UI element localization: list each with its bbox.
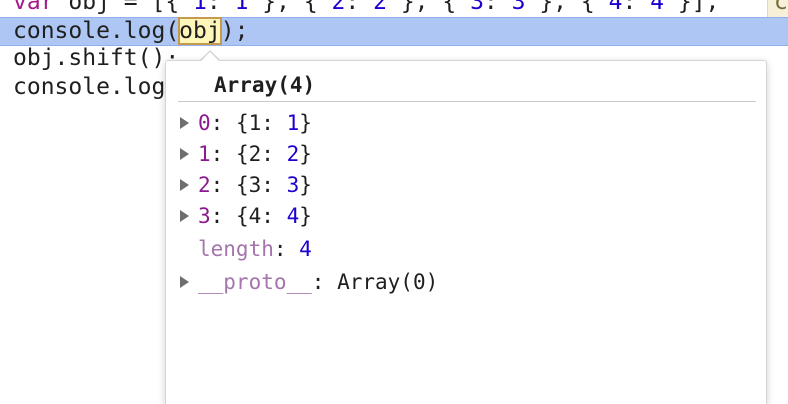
number-literal: 2 bbox=[331, 0, 346, 15]
popover-title: Array(4) bbox=[214, 73, 316, 97]
code-text: ); bbox=[220, 18, 249, 44]
property-key-proto: __proto__ bbox=[198, 270, 312, 294]
popover-divider bbox=[178, 101, 756, 102]
separator: : bbox=[210, 204, 236, 228]
brace-open: { bbox=[235, 142, 249, 166]
brace-open: { bbox=[235, 173, 249, 197]
code-text: console.log( bbox=[13, 18, 180, 44]
code-text: }, { bbox=[248, 0, 332, 15]
code-text: }, { bbox=[525, 0, 609, 15]
object-key: 1 bbox=[248, 111, 262, 135]
expand-triangle-icon[interactable] bbox=[180, 117, 189, 129]
separator: : bbox=[210, 111, 236, 135]
code-line-2[interactable]: console.log(obj); bbox=[13, 17, 248, 46]
code-text: : bbox=[345, 0, 374, 15]
brace-close: } bbox=[299, 111, 312, 135]
code-line-1[interactable]: var obj = [{ 1: 1 }, { 2: 2 }, { 3: 3 },… bbox=[13, 0, 719, 17]
separator: : bbox=[210, 142, 236, 166]
separator: : bbox=[210, 173, 236, 197]
hovered-token-obj[interactable]: obj bbox=[178, 17, 222, 45]
object-key: 3 bbox=[248, 173, 262, 197]
object-preview-popover[interactable]: Array(4) 0: {1: 1} 1: {2: 2} 2: {3: 3} 3… bbox=[165, 60, 767, 404]
object-value: 4 bbox=[286, 204, 300, 228]
object-value: 3 bbox=[286, 173, 300, 197]
property-key: 1 bbox=[198, 142, 211, 166]
code-text: : bbox=[622, 0, 651, 15]
object-value: 2 bbox=[286, 142, 300, 166]
property-key-length: length bbox=[198, 237, 274, 261]
popover-arrow-fill bbox=[200, 52, 220, 62]
proto-value: Array(0) bbox=[337, 270, 439, 294]
keyword-var: var bbox=[13, 0, 55, 15]
number-literal: 1 bbox=[234, 0, 249, 15]
property-row-3[interactable]: 3: {4: 4} bbox=[180, 201, 312, 231]
code-text: obj = [{ bbox=[54, 0, 194, 15]
separator: : bbox=[261, 111, 287, 135]
separator: : bbox=[273, 237, 300, 261]
separator: : bbox=[261, 142, 287, 166]
property-key: 2 bbox=[198, 173, 211, 197]
property-row-proto[interactable]: __proto__: Array(0) bbox=[180, 267, 438, 297]
object-key: 4 bbox=[248, 204, 262, 228]
number-literal: 1 bbox=[193, 0, 207, 15]
separator: : bbox=[261, 204, 287, 228]
brace-open: { bbox=[235, 204, 249, 228]
property-row-0[interactable]: 0: {1: 1} bbox=[180, 108, 312, 138]
code-text: }, { bbox=[386, 0, 471, 15]
expand-triangle-icon[interactable] bbox=[180, 210, 189, 222]
number-literal: 3 bbox=[511, 0, 526, 15]
code-line-3[interactable]: obj.shift()· bbox=[13, 44, 179, 73]
number-literal: 2 bbox=[373, 0, 387, 15]
number-literal: 4 bbox=[650, 0, 664, 15]
object-key: 2 bbox=[248, 142, 262, 166]
code-editor[interactable]: var obj = [{ 1: 1 }, { 2: 2 }, { 3: 3 },… bbox=[0, 0, 788, 404]
code-line-4[interactable]: console.log bbox=[13, 73, 165, 102]
brace-close: } bbox=[299, 204, 312, 228]
number-literal: 4 bbox=[608, 0, 623, 15]
code-text: : bbox=[483, 0, 512, 15]
inline-hint-badge: c bbox=[767, 0, 788, 17]
object-value: 1 bbox=[286, 111, 300, 135]
brace-close: } bbox=[299, 142, 312, 166]
property-key: 0 bbox=[198, 111, 211, 135]
brace-open: { bbox=[235, 111, 249, 135]
expand-triangle-icon[interactable] bbox=[180, 179, 189, 191]
brace-close: } bbox=[299, 173, 312, 197]
property-row-1[interactable]: 1: {2: 2} bbox=[180, 139, 312, 169]
property-row-length: length: 4 bbox=[180, 234, 312, 264]
code-text: }]; bbox=[664, 0, 720, 15]
property-row-2[interactable]: 2: {3: 3} bbox=[180, 170, 312, 200]
code-text: : bbox=[206, 0, 235, 15]
expand-triangle-icon[interactable] bbox=[180, 148, 189, 160]
number-literal: 3 bbox=[470, 0, 484, 15]
separator: : bbox=[261, 173, 287, 197]
expand-triangle-icon[interactable] bbox=[180, 276, 189, 288]
property-key: 3 bbox=[198, 204, 211, 228]
code-text: obj.shift()· bbox=[13, 45, 180, 71]
separator: : bbox=[311, 270, 338, 294]
length-value: 4 bbox=[299, 237, 312, 261]
code-text: console.log bbox=[13, 74, 166, 100]
